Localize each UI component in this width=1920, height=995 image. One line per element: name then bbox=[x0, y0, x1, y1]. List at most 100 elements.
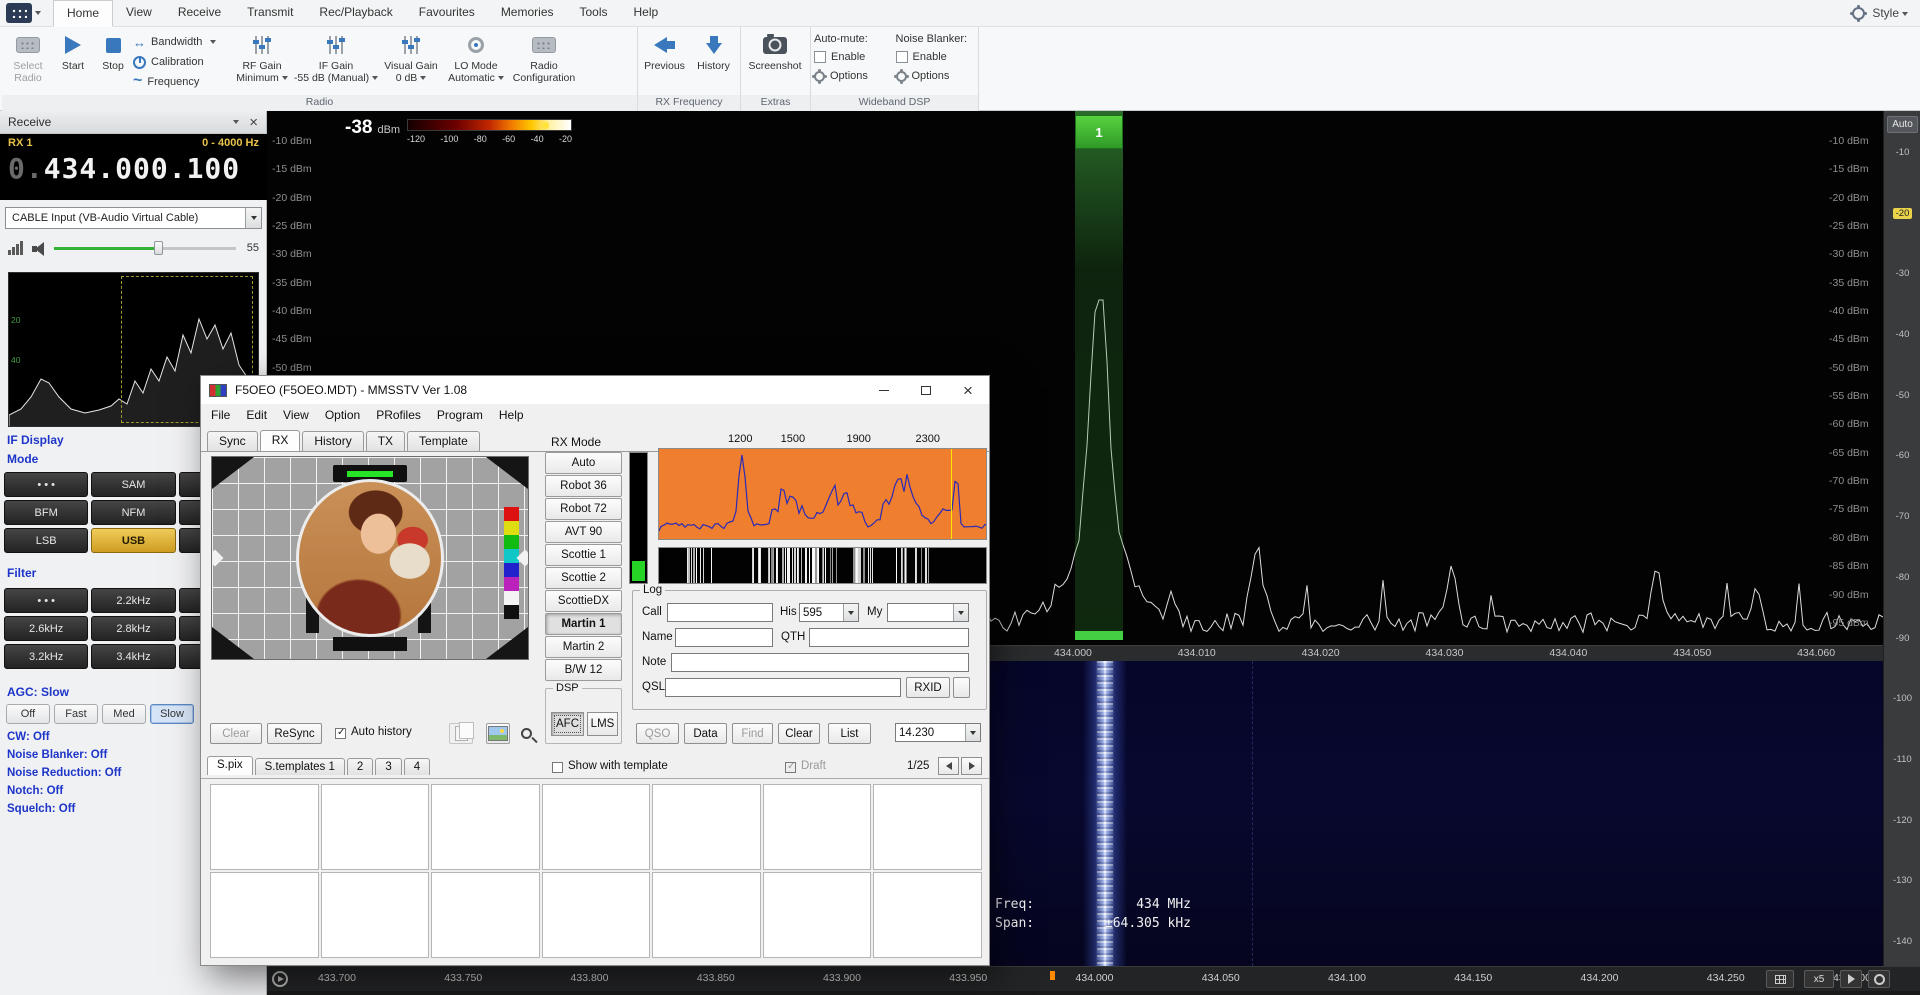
ribbon-tab[interactable]: Home bbox=[53, 0, 113, 27]
mode-button[interactable]: LSB bbox=[4, 528, 88, 553]
select-radio-button[interactable]: SelectRadio bbox=[5, 29, 51, 93]
visual-gain-button[interactable]: Visual Gain0 dB bbox=[379, 29, 443, 93]
menu-item[interactable]: Help bbox=[491, 408, 532, 422]
stock-picture-cell[interactable] bbox=[431, 872, 540, 958]
dropdown-button[interactable] bbox=[245, 208, 261, 228]
afc-toggle-button[interactable]: AFC bbox=[551, 712, 584, 736]
gain-scale-value[interactable]: -110 bbox=[1893, 754, 1911, 765]
auto-gain-button[interactable]: Auto bbox=[1887, 116, 1918, 133]
note-input[interactable] bbox=[671, 653, 969, 672]
tuned-frequency[interactable]: 0.434.000.100 bbox=[8, 152, 259, 185]
gain-scale-value[interactable]: -30 bbox=[1896, 268, 1910, 279]
ribbon-tab[interactable]: View bbox=[113, 0, 165, 27]
if-gain-button[interactable]: IF Gain-55 dB (Manual) bbox=[295, 29, 377, 93]
rx-clear-button[interactable]: Clear bbox=[210, 723, 262, 744]
dsp-status-link[interactable]: Notch: Off bbox=[7, 785, 121, 797]
ribbon-tab[interactable]: Memories bbox=[488, 0, 567, 27]
speaker-icon[interactable] bbox=[32, 241, 47, 256]
mode-button[interactable]: NFM bbox=[91, 500, 175, 525]
stock-picture-cell[interactable] bbox=[763, 872, 872, 958]
volume-slider-handle[interactable] bbox=[154, 241, 163, 255]
filter-button[interactable]: • • • bbox=[4, 588, 88, 613]
stock-picture-tab[interactable]: 2 bbox=[347, 758, 373, 775]
stock-picture-tab[interactable]: S.pix bbox=[207, 756, 253, 775]
sstv-mode-button[interactable]: B/W 12 bbox=[545, 659, 622, 681]
style-menu[interactable]: Style bbox=[1872, 6, 1908, 20]
auto-mute-options-button[interactable]: Options bbox=[814, 69, 894, 83]
filter-button[interactable]: 3.2kHz bbox=[4, 644, 88, 669]
sstv-mode-button[interactable]: Scottie 2 bbox=[545, 567, 622, 589]
gain-scale-value[interactable]: -40 bbox=[1896, 329, 1910, 340]
previous-page-button[interactable] bbox=[938, 757, 959, 775]
agc-button[interactable]: Slow bbox=[150, 704, 194, 724]
dropdown-button[interactable] bbox=[843, 604, 858, 621]
frequency-history-button[interactable]: History bbox=[690, 29, 737, 93]
stock-picture-tab[interactable]: 4 bbox=[404, 758, 430, 775]
frequency-button[interactable]: Frequency bbox=[133, 73, 229, 91]
ribbon-tab[interactable]: Transmit bbox=[234, 0, 306, 27]
mmsstv-window[interactable]: F5OEO (F5OEO.MDT) - MMSSTV Ver 1.08 File… bbox=[200, 375, 990, 966]
agc-section-label[interactable]: AGC: Slow bbox=[7, 685, 69, 699]
waterfall-options-button[interactable] bbox=[1868, 970, 1890, 988]
stock-picture-cell[interactable] bbox=[542, 784, 651, 870]
stop-button[interactable]: Stop bbox=[95, 29, 131, 93]
mmsstv-tab[interactable]: Sync bbox=[207, 431, 258, 451]
sstv-mode-button[interactable]: Martin 2 bbox=[545, 636, 622, 658]
qsl-input[interactable] bbox=[665, 678, 901, 697]
mmsstv-tab[interactable]: RX bbox=[260, 430, 301, 452]
volume-slider[interactable] bbox=[54, 240, 236, 256]
ribbon-tab[interactable]: Receive bbox=[165, 0, 234, 27]
lms-toggle-button[interactable]: LMS bbox=[587, 712, 618, 736]
draft-checkbox[interactable] bbox=[785, 762, 796, 773]
menu-item[interactable]: View bbox=[275, 408, 317, 422]
band-frequency-combobox[interactable]: 14.230 bbox=[895, 723, 981, 742]
stock-picture-cell[interactable] bbox=[763, 784, 872, 870]
mode-button[interactable]: BFM bbox=[4, 500, 88, 525]
start-button[interactable]: Start bbox=[53, 29, 93, 93]
gain-scale-value[interactable]: -90 bbox=[1896, 633, 1910, 644]
mode-section-label[interactable]: Mode bbox=[7, 452, 38, 466]
stock-picture-cell[interactable] bbox=[873, 784, 982, 870]
gain-scale-value[interactable]: -140 bbox=[1893, 936, 1912, 947]
stock-picture-cell[interactable] bbox=[431, 784, 540, 870]
filter-button[interactable]: 3.4kHz bbox=[91, 644, 175, 669]
receive-panel-header[interactable]: Receive bbox=[0, 111, 266, 134]
macro-button[interactable] bbox=[953, 677, 970, 698]
if-display-link[interactable]: IF Display bbox=[7, 433, 64, 447]
auto-mute-enable-checkbox[interactable]: Enable bbox=[814, 50, 894, 64]
dsp-status-link[interactable]: Squelch: Off bbox=[7, 803, 121, 815]
gain-scale[interactable]: -10-20-30-40-50-60-70-80-90-100-110-120-… bbox=[1884, 147, 1920, 947]
stock-picture-tab[interactable]: S.templates 1 bbox=[255, 758, 345, 775]
rx-marker-badge[interactable]: 1 bbox=[1075, 115, 1123, 149]
his-rst-combobox[interactable]: 595 bbox=[799, 603, 859, 622]
sstv-mode-button[interactable]: Robot 72 bbox=[545, 498, 622, 520]
ribbon-tab[interactable]: Favourites bbox=[406, 0, 488, 27]
mode-button[interactable]: USB bbox=[91, 528, 175, 553]
dsp-status-link[interactable]: Noise Blanker: Off bbox=[7, 749, 121, 761]
ribbon-tab[interactable]: Tools bbox=[567, 0, 621, 27]
save-image-button[interactable] bbox=[486, 723, 510, 744]
filter-button[interactable]: 2.8kHz bbox=[91, 616, 175, 641]
rf-gain-button[interactable]: RF GainMinimum bbox=[231, 29, 293, 93]
agc-button[interactable]: Fast bbox=[54, 704, 98, 724]
noise-blanker-enable-checkbox[interactable]: Enable bbox=[896, 50, 976, 64]
gain-scale-value[interactable]: -10 bbox=[1896, 147, 1910, 158]
find-button[interactable]: Find bbox=[732, 723, 773, 744]
menu-item[interactable]: Edit bbox=[238, 408, 275, 422]
filter-button[interactable]: 2.6kHz bbox=[4, 616, 88, 641]
sstv-spectrum[interactable] bbox=[658, 448, 987, 540]
mode-button[interactable]: SAM bbox=[91, 472, 175, 497]
screenshot-button[interactable]: Screenshot bbox=[744, 29, 806, 93]
close-button[interactable] bbox=[947, 376, 989, 404]
panel-close-icon[interactable] bbox=[249, 115, 258, 130]
settings-gear-icon[interactable] bbox=[1852, 7, 1865, 20]
dropdown-button[interactable] bbox=[953, 604, 968, 621]
lo-mode-button[interactable]: LO ModeAutomatic bbox=[445, 29, 507, 93]
mmsstv-tab[interactable]: Template bbox=[407, 431, 480, 451]
calibration-button[interactable]: Calibration bbox=[133, 53, 229, 71]
qso-button[interactable]: QSO bbox=[636, 723, 679, 744]
sstv-mode-button[interactable]: ScottieDX bbox=[545, 590, 622, 612]
received-sstv-image[interactable] bbox=[211, 456, 529, 660]
mmsstv-tab[interactable]: History bbox=[302, 431, 363, 451]
menu-item[interactable]: PRofiles bbox=[368, 408, 429, 422]
